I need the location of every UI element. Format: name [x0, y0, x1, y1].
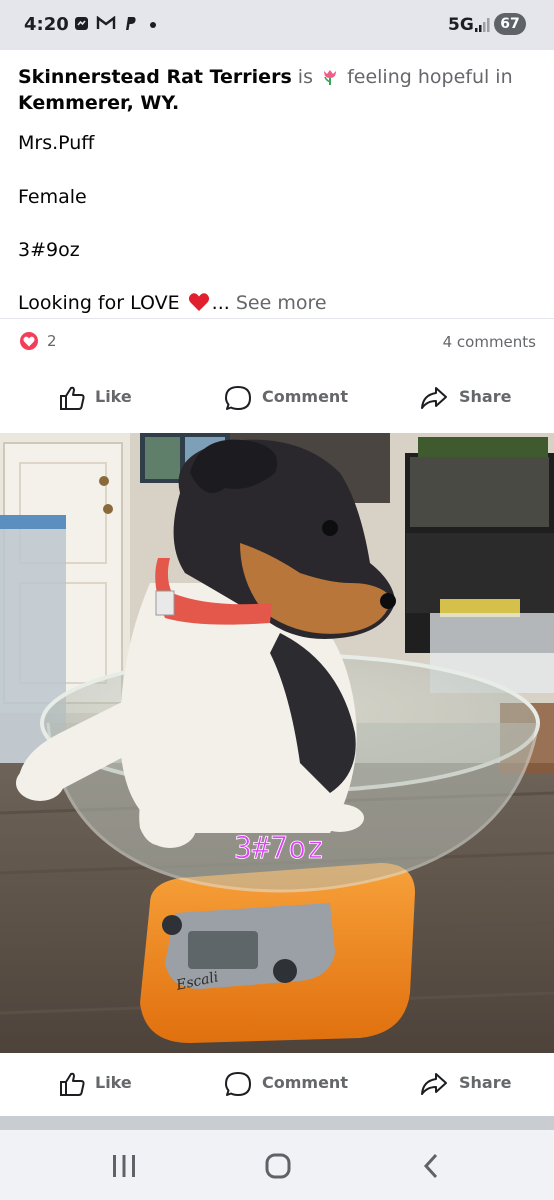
- notification-dot: [150, 22, 156, 28]
- network-type: 5G: [448, 15, 474, 35]
- post-location[interactable]: Kemmerer, WY.: [18, 92, 179, 114]
- like-button[interactable]: Like: [58, 372, 138, 422]
- battery-indicator: 67: [494, 13, 526, 35]
- system-nav-bar: [0, 1130, 554, 1200]
- status-bar: 4:20 5G 67: [0, 0, 554, 50]
- post-author[interactable]: Skinnerstead Rat Terriers: [18, 66, 292, 88]
- is-text: is: [297, 66, 313, 88]
- thumbs-up-icon: [60, 386, 85, 410]
- post-last-line: Looking for LOVE ... See more: [18, 292, 327, 314]
- feeling-text: feeling hopeful in: [347, 66, 513, 88]
- signal-icon: [475, 18, 490, 32]
- photo-share-button[interactable]: Share: [420, 1058, 512, 1108]
- comment-icon: [225, 1072, 251, 1096]
- ellipsis: ...: [211, 292, 230, 314]
- divider: [0, 318, 554, 319]
- weight-overlay-text: 3#7oz: [234, 831, 324, 866]
- feed-separator: [0, 1116, 554, 1130]
- post-actions-bar: Like Comment Share: [0, 372, 554, 422]
- see-more-link[interactable]: See more: [236, 292, 327, 314]
- status-time: 4:20: [24, 14, 69, 35]
- share-button[interactable]: Share: [420, 372, 512, 422]
- post-line-love: Looking for LOVE: [18, 292, 180, 314]
- photo-like-button[interactable]: Like: [58, 1058, 138, 1108]
- back-icon[interactable]: [412, 1150, 452, 1182]
- comment-icon: [225, 386, 251, 410]
- home-icon[interactable]: [258, 1150, 298, 1182]
- comment-label: Comment: [262, 387, 348, 406]
- photo-comment-button[interactable]: Comment: [224, 1058, 348, 1108]
- like-label: Like: [95, 1073, 132, 1092]
- post-photo[interactable]: Escali 3#7oz: [0, 433, 554, 1053]
- paypal-icon: [123, 16, 138, 31]
- thumbs-up-icon: [60, 1072, 85, 1096]
- facebook-messenger-icon: [74, 16, 89, 31]
- post-line-name: Mrs.Puff: [18, 132, 95, 154]
- photo-actions-bar: Like Comment Share: [0, 1058, 554, 1108]
- gmail-icon: [96, 15, 116, 31]
- share-label: Share: [459, 1073, 512, 1092]
- comment-label: Comment: [262, 1073, 348, 1092]
- share-icon: [421, 1073, 447, 1095]
- puppy-on-scale-photo: Escali 3#7oz: [0, 433, 554, 1053]
- reaction-count: 2: [47, 332, 57, 350]
- love-reaction-icon: [18, 330, 40, 352]
- comment-button[interactable]: Comment: [224, 372, 348, 422]
- recent-apps-icon[interactable]: [104, 1150, 144, 1182]
- tulip-icon: [324, 70, 337, 85]
- like-label: Like: [95, 387, 132, 406]
- post-header: Skinnerstead Rat Terriers is feeling hop…: [18, 64, 538, 116]
- red-heart-icon: [188, 293, 209, 311]
- share-icon: [421, 387, 447, 409]
- share-label: Share: [459, 387, 512, 406]
- post-line-sex: Female: [18, 186, 87, 208]
- comments-count[interactable]: 4 comments: [443, 333, 536, 351]
- post-line-weight: 3#9oz: [18, 239, 80, 261]
